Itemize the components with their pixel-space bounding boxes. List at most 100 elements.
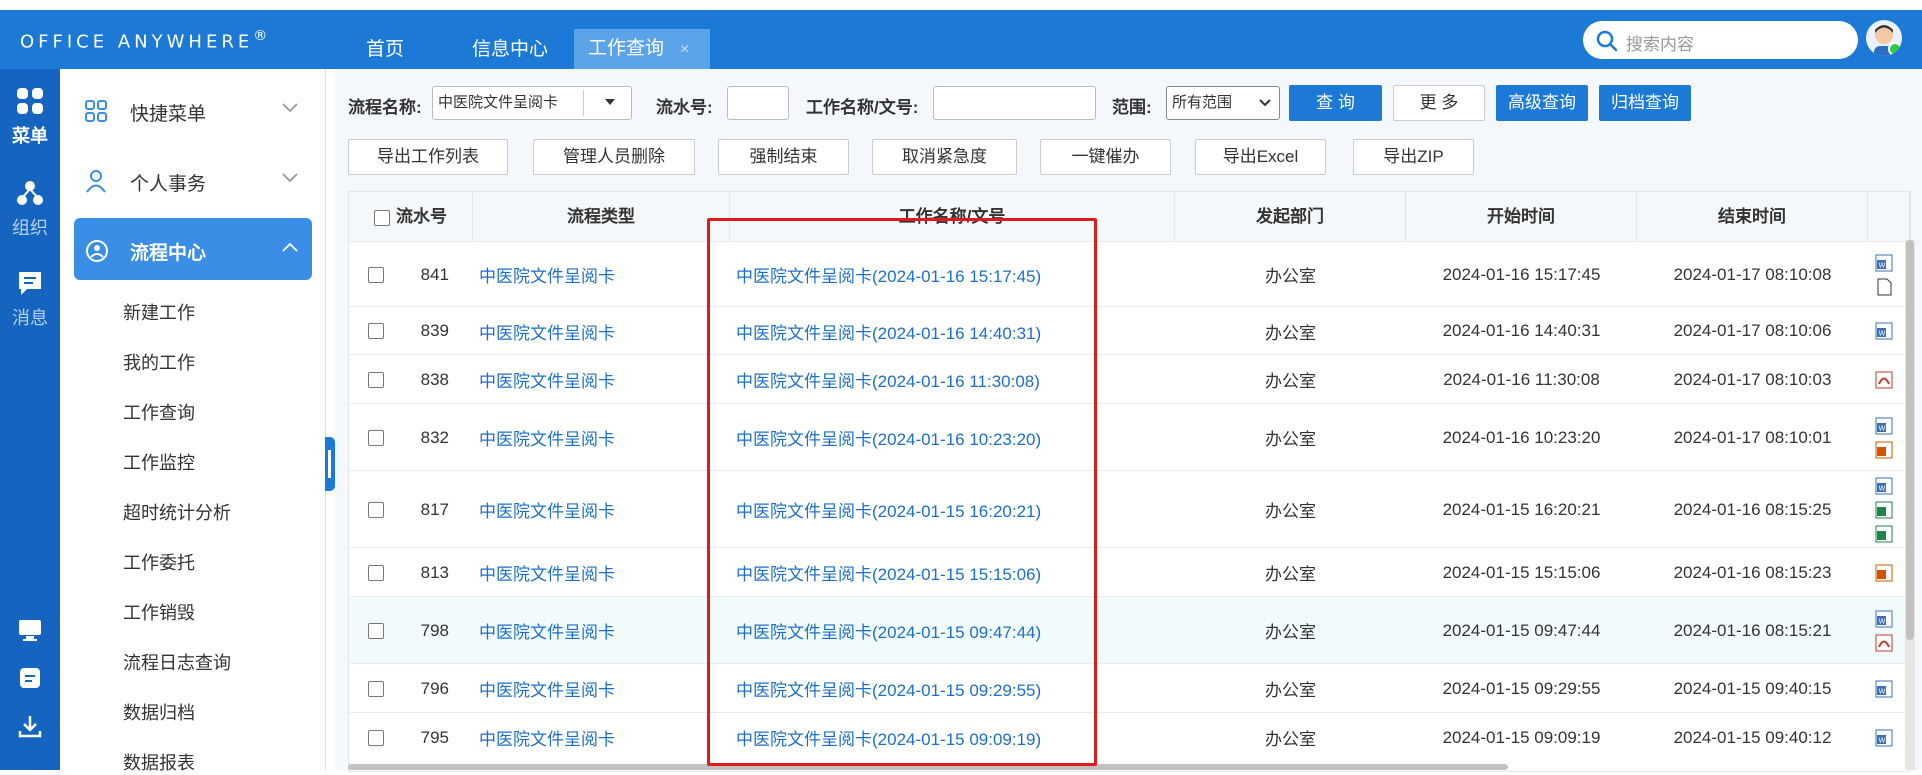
flow-name-select[interactable]: 中医院文件呈阅卡 bbox=[432, 86, 632, 120]
range-select[interactable]: 所有范围 bbox=[1166, 86, 1280, 120]
sidebar-item-report[interactable]: 数据报表 bbox=[123, 749, 195, 775]
table-row[interactable]: 813 中医院文件呈阅卡 中医院文件呈阅卡(2024-01-15 15:15:0… bbox=[349, 547, 1910, 597]
dept-cell: 办公室 bbox=[1265, 623, 1316, 642]
row-checkbox[interactable] bbox=[368, 680, 384, 697]
row-checkbox[interactable] bbox=[368, 729, 384, 746]
cancel-urgency-button[interactable]: 取消紧急度 bbox=[872, 139, 1017, 175]
start-time-cell: 2024-01-15 09:47:44 bbox=[1442, 620, 1601, 640]
advanced-query-button[interactable]: 高级查询 bbox=[1496, 85, 1588, 121]
sidebar-item-timeout-stats[interactable]: 超时统计分析 bbox=[123, 499, 231, 525]
flow-type-link[interactable]: 中医院文件呈阅卡 bbox=[479, 425, 615, 450]
row-checkbox[interactable] bbox=[368, 564, 384, 581]
flow-type-link[interactable]: 中医院文件呈阅卡 bbox=[479, 262, 615, 287]
sidebar-item-flow-log[interactable]: 流程日志查询 bbox=[123, 649, 231, 675]
global-search[interactable]: 搜索内容 bbox=[1583, 21, 1858, 59]
flow-type-link[interactable]: 中医院文件呈阅卡 bbox=[479, 497, 615, 522]
flow-type-link[interactable]: 中医院文件呈阅卡 bbox=[479, 618, 615, 643]
sidebar-item-new-work[interactable]: 新建工作 bbox=[123, 299, 195, 325]
table-row[interactable]: 817 中医院文件呈阅卡 中医院文件呈阅卡(2024-01-15 16:20:2… bbox=[349, 470, 1910, 548]
export-excel-button[interactable]: 导出Excel bbox=[1195, 139, 1326, 175]
sidebar-item-archive[interactable]: 数据归档 bbox=[123, 699, 195, 725]
rail-item-org[interactable]: 组织 bbox=[0, 179, 60, 240]
end-time-cell: 2024-01-15 09:40:15 bbox=[1673, 678, 1832, 698]
column-header-serial[interactable]: 流水号 bbox=[349, 192, 473, 241]
user-avatar[interactable] bbox=[1866, 20, 1902, 56]
archive-query-button[interactable]: 归档查询 bbox=[1599, 85, 1691, 121]
excel-file-icon[interactable] bbox=[1875, 525, 1893, 543]
sidebar-item-work-query[interactable]: 工作查询 bbox=[123, 399, 195, 425]
row-checkbox[interactable] bbox=[368, 371, 384, 388]
flow-type-link[interactable]: 中医院文件呈阅卡 bbox=[479, 725, 615, 750]
start-time-cell: 2024-01-15 09:09:19 bbox=[1442, 727, 1601, 747]
export-list-button[interactable]: 导出工作列表 bbox=[348, 139, 508, 175]
column-header-end[interactable]: 结束时间 bbox=[1637, 192, 1868, 241]
rail-monitor[interactable] bbox=[0, 617, 60, 648]
dept-cell: 办公室 bbox=[1265, 730, 1316, 749]
sidebar-menu-workflow[interactable]: 流程中心 bbox=[74, 218, 312, 280]
flow-type-link[interactable]: 中医院文件呈阅卡 bbox=[479, 560, 615, 585]
table-row[interactable]: 798 中医院文件呈阅卡 中医院文件呈阅卡(2024-01-15 09:47:4… bbox=[349, 596, 1910, 664]
sidebar-menu-personal[interactable]: 个人事务 bbox=[74, 149, 312, 211]
ppt-file-icon[interactable] bbox=[1875, 564, 1893, 582]
flow-type-link[interactable]: 中医院文件呈阅卡 bbox=[479, 319, 615, 344]
blank-file-icon[interactable] bbox=[1875, 278, 1893, 296]
sidebar-menu-shortcut[interactable]: 快捷菜单 bbox=[74, 79, 312, 141]
rail-download[interactable] bbox=[0, 713, 60, 744]
flow-type-link[interactable]: 中医院文件呈阅卡 bbox=[479, 367, 615, 392]
row-checkbox[interactable] bbox=[368, 501, 384, 518]
word-doc-icon[interactable]: W bbox=[1875, 729, 1893, 747]
column-header-type[interactable]: 流程类型 bbox=[473, 192, 730, 241]
flow-type-link[interactable]: 中医院文件呈阅卡 bbox=[479, 676, 615, 701]
select-all-checkbox[interactable] bbox=[374, 209, 390, 226]
chevron-up-icon bbox=[282, 242, 298, 252]
word-doc-icon[interactable]: W bbox=[1875, 254, 1893, 272]
export-zip-button[interactable]: 导出ZIP bbox=[1353, 139, 1474, 175]
download-icon bbox=[18, 716, 42, 738]
excel-file-icon[interactable] bbox=[1875, 501, 1893, 519]
word-doc-icon[interactable]: W bbox=[1875, 477, 1893, 495]
tab-close-icon[interactable]: × bbox=[680, 41, 689, 58]
rail-item-menu[interactable]: 菜单 bbox=[0, 87, 60, 148]
tab-info-center[interactable]: 信息中心 bbox=[472, 30, 548, 70]
column-header-start[interactable]: 开始时间 bbox=[1406, 192, 1637, 241]
sidebar-item-my-work[interactable]: 我的工作 bbox=[123, 349, 195, 375]
rail-item-message[interactable]: 消息 bbox=[0, 269, 60, 330]
sidebar-item-work-monitor[interactable]: 工作监控 bbox=[123, 449, 195, 475]
serial-cell: 838 bbox=[420, 369, 449, 389]
work-name-input[interactable] bbox=[933, 86, 1096, 120]
pdf-file-icon[interactable] bbox=[1875, 371, 1893, 389]
sidebar-collapse-handle[interactable] bbox=[325, 437, 335, 491]
table-row[interactable]: 839 中医院文件呈阅卡 中医院文件呈阅卡(2024-01-16 14:40:3… bbox=[349, 306, 1910, 355]
column-header-dept[interactable]: 发起部门 bbox=[1175, 192, 1406, 241]
serial-input[interactable] bbox=[727, 86, 789, 120]
row-checkbox[interactable] bbox=[368, 622, 384, 639]
table-row[interactable]: 838 中医院文件呈阅卡 中医院文件呈阅卡(2024-01-16 11:30:0… bbox=[349, 354, 1910, 404]
force-end-button[interactable]: 强制结束 bbox=[718, 139, 849, 175]
table-row[interactable]: 832 中医院文件呈阅卡 中医院文件呈阅卡(2024-01-16 10:23:2… bbox=[349, 403, 1910, 471]
rail-note[interactable] bbox=[0, 665, 60, 696]
more-button[interactable]: 更 多 bbox=[1393, 85, 1485, 121]
row-checkbox[interactable] bbox=[368, 266, 384, 283]
pdf-file-icon[interactable] bbox=[1875, 634, 1893, 652]
row-checkbox[interactable] bbox=[368, 323, 384, 339]
table-row[interactable]: 795 中医院文件呈阅卡 中医院文件呈阅卡(2024-01-15 09:09:1… bbox=[349, 712, 1910, 762]
table-row[interactable]: 841 中医院文件呈阅卡 中医院文件呈阅卡(2024-01-16 15:17:4… bbox=[349, 241, 1910, 307]
svg-text:W: W bbox=[1879, 261, 1886, 269]
table-row[interactable]: 796 中医院文件呈阅卡 中医院文件呈阅卡(2024-01-15 09:29:5… bbox=[349, 663, 1910, 713]
query-button[interactable]: 查 询 bbox=[1289, 85, 1382, 121]
word-doc-icon[interactable]: W bbox=[1875, 417, 1893, 435]
admin-delete-button[interactable]: 管理人员删除 bbox=[533, 139, 695, 175]
serial-cell: 795 bbox=[420, 727, 449, 747]
word-doc-icon[interactable]: W bbox=[1875, 610, 1893, 628]
tab-work-query[interactable]: 工作查询 × bbox=[574, 29, 710, 69]
row-checkbox[interactable] bbox=[368, 429, 384, 446]
one-click-remind-button[interactable]: 一键催办 bbox=[1040, 139, 1171, 175]
serial-cell: 839 bbox=[420, 321, 449, 340]
ppt-file-icon[interactable] bbox=[1875, 441, 1893, 459]
sidebar-item-delegation[interactable]: 工作委托 bbox=[123, 549, 195, 575]
sidebar-item-destroy[interactable]: 工作销毁 bbox=[123, 599, 195, 625]
tab-home[interactable]: 首页 bbox=[366, 30, 404, 70]
word-doc-icon[interactable]: W bbox=[1875, 680, 1893, 698]
table-vertical-scrollbar[interactable] bbox=[1905, 240, 1915, 770]
word-doc-icon[interactable]: W bbox=[1875, 322, 1893, 340]
